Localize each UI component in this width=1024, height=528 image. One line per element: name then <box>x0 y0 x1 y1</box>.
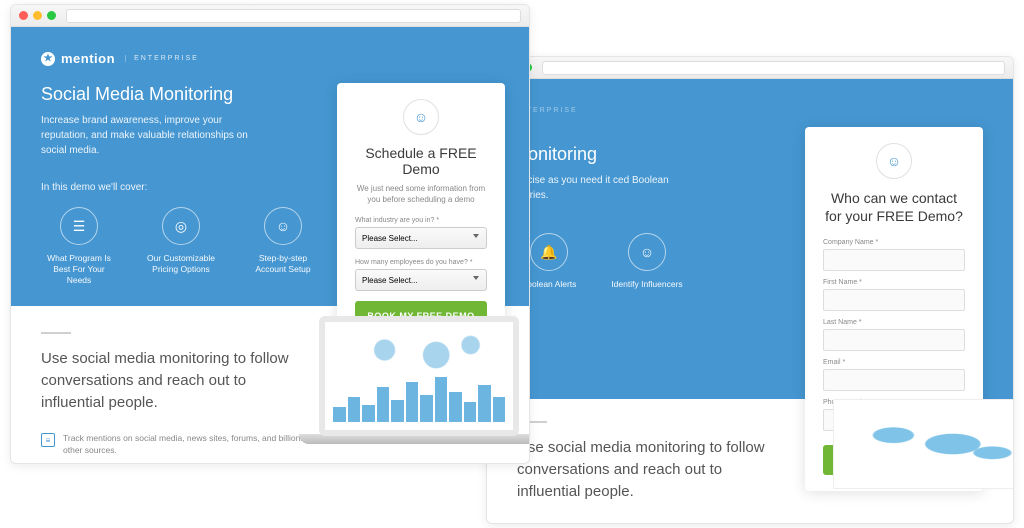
feature-label: Identify Influencers <box>611 279 682 290</box>
firstname-input[interactable] <box>823 289 965 311</box>
bullet-item: ≡ Track mentions on social media, news s… <box>41 433 321 457</box>
minimize-icon[interactable] <box>33 11 42 20</box>
feature-setup: ☺ Step-by-step Account Setup <box>245 207 321 286</box>
feature-program: ☰ What Program Is Best For Your Needs <box>41 207 117 286</box>
headset-icon: ☺ <box>403 99 439 135</box>
below-heading: Use social media monitoring to follow co… <box>517 437 777 502</box>
feature-row: 🔔 Boolean Alerts ☺ Identify Influencers <box>513 233 683 290</box>
feature-label: Our Customizable Pricing Options <box>143 253 219 275</box>
close-icon[interactable] <box>19 11 28 20</box>
browser-chrome-bar <box>487 57 1013 79</box>
brand-logo[interactable]: ★ mention ENTERPRISE <box>41 51 499 66</box>
feature-label: What Program Is Best For Your Needs <box>41 253 117 286</box>
bar-chart <box>333 372 505 422</box>
firstname-label: First Name * <box>823 279 965 286</box>
card-title: Who can we contact for your FREE Demo? <box>823 189 965 225</box>
bullet-text: Track mentions on social media, news sit… <box>63 433 321 457</box>
list-icon: ☰ <box>60 207 98 245</box>
browser-window-1: ★ mention ENTERPRISE Social Media Monito… <box>10 4 530 464</box>
hero-section: ★ mention ENTERPRISE Social Media Monito… <box>11 27 529 306</box>
company-label: Company Name * <box>823 239 965 246</box>
company-input[interactable] <box>823 249 965 271</box>
hero-title-partial: Monitoring <box>513 144 683 165</box>
lastname-label: Last Name * <box>823 319 965 326</box>
card-subtitle: We just need some information from you b… <box>355 183 487 205</box>
laptop-image <box>299 316 530 464</box>
divider <box>41 332 71 334</box>
below-section: Use social media monitoring to follow co… <box>11 306 529 464</box>
address-bar[interactable] <box>66 9 521 23</box>
browser-chrome-bar <box>11 5 529 27</box>
industry-label: What industry are you in? * <box>355 217 487 224</box>
card-title: Schedule a FREE Demo <box>355 145 487 177</box>
hero-section: ENTERPRISE Monitoring precise as you nee… <box>487 79 1013 399</box>
brand-name: mention <box>61 51 115 66</box>
target-icon: ◎ <box>162 207 200 245</box>
employees-label: How many employees do you have? * <box>355 259 487 266</box>
address-bar[interactable] <box>542 61 1005 75</box>
email-label: Email * <box>823 359 965 366</box>
below-section: Use social media monitoring to follow co… <box>487 399 1013 524</box>
hero-subtitle-partial: precise as you need it ced Boolean queri… <box>513 173 683 203</box>
star-icon: ★ <box>41 52 55 66</box>
email-input[interactable] <box>823 369 965 391</box>
window-controls[interactable] <box>19 11 56 20</box>
lastname-input[interactable] <box>823 329 965 351</box>
brand-tier: ENTERPRISE <box>125 55 199 62</box>
check-icon: ≡ <box>41 433 55 447</box>
employees-select[interactable]: Please Select... <box>355 269 487 291</box>
industry-select[interactable]: Please Select... <box>355 227 487 249</box>
bell-icon: 🔔 <box>530 233 568 271</box>
maximize-icon[interactable] <box>47 11 56 20</box>
user-icon: ☺ <box>264 207 302 245</box>
headset-icon: ☺ <box>876 143 912 179</box>
feature-pricing: ◎ Our Customizable Pricing Options <box>143 207 219 286</box>
user-icon: ☺ <box>628 233 666 271</box>
hero-subtitle: Increase brand awareness, improve your r… <box>41 113 271 158</box>
feature-influencers: ☺ Identify Influencers <box>611 233 683 290</box>
below-heading: Use social media monitoring to follow co… <box>41 348 301 413</box>
feature-label: Step-by-step Account Setup <box>245 253 321 275</box>
brand-logo[interactable]: ENTERPRISE <box>513 107 987 114</box>
browser-window-2: ENTERPRISE Monitoring precise as you nee… <box>486 56 1014 524</box>
map-image <box>833 399 1014 489</box>
